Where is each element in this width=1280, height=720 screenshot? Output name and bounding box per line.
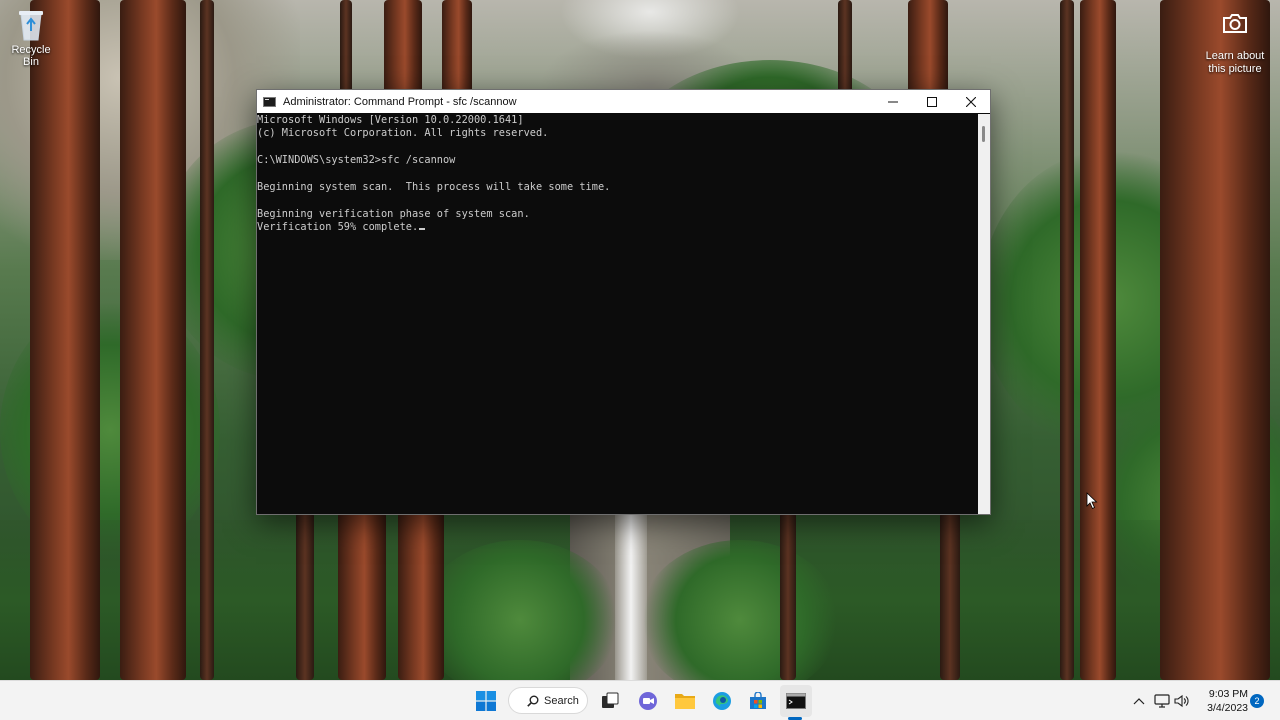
- console-output[interactable]: Microsoft Windows [Version 10.0.22000.16…: [257, 114, 977, 514]
- task-view-button[interactable]: [598, 689, 622, 713]
- notification-badge[interactable]: 2: [1250, 694, 1264, 708]
- learn-about-picture-shortcut[interactable]: Learn about this picture: [1196, 12, 1274, 76]
- task-view-icon: [602, 692, 619, 708]
- chat-button[interactable]: [636, 689, 660, 713]
- start-button[interactable]: [474, 689, 498, 713]
- taskbar-search-box[interactable]: Search: [508, 687, 588, 714]
- console-line: Beginning verification phase of system s…: [257, 207, 530, 220]
- console-line-progress: Verification 59% complete.: [257, 221, 977, 234]
- console-line: C:\WINDOWS\system32>sfc /scannow: [257, 154, 456, 167]
- network-button[interactable]: [1154, 693, 1170, 709]
- file-explorer-icon: [675, 694, 695, 709]
- search-label: Search: [544, 694, 579, 707]
- chevron-up-icon: [1133, 698, 1145, 705]
- mouse-pointer-icon: [1086, 492, 1098, 510]
- show-hidden-icons-button[interactable]: [1131, 693, 1147, 709]
- taskbar: Search 9:03 PM 3/4/2023 2: [0, 680, 1280, 720]
- search-icon: [527, 695, 539, 707]
- console-line: (c) Microsoft Corporation. All rights re…: [257, 127, 549, 140]
- command-prompt-taskbar-button[interactable]: [784, 689, 808, 713]
- file-explorer-button[interactable]: [673, 689, 697, 713]
- close-icon: [965, 96, 976, 107]
- start-icon: [476, 691, 496, 711]
- close-button[interactable]: [951, 90, 990, 113]
- learn-about-label-1: Learn about: [1205, 50, 1265, 62]
- command-prompt-icon: [263, 96, 276, 107]
- title-bar[interactable]: Administrator: Command Prompt - sfc /sca…: [257, 90, 990, 113]
- recycle-bin-icon: [16, 6, 46, 42]
- verification-progress-text: Verification 59% complete.: [257, 221, 419, 234]
- chat-icon: [639, 692, 657, 710]
- maximize-button[interactable]: [912, 90, 951, 113]
- network-icon: [1154, 694, 1170, 708]
- taskbar-clock[interactable]: 9:03 PM 3/4/2023: [1198, 687, 1248, 715]
- command-prompt-icon: [786, 693, 806, 709]
- scroll-thumb[interactable]: [982, 126, 985, 142]
- volume-button[interactable]: [1174, 693, 1190, 709]
- minimize-icon: [887, 101, 898, 102]
- command-prompt-window[interactable]: Administrator: Command Prompt - sfc /sca…: [256, 89, 991, 515]
- learn-about-label-2: this picture: [1208, 63, 1262, 75]
- console-scrollbar[interactable]: [978, 114, 990, 514]
- camera-icon: [1222, 12, 1248, 34]
- text-cursor: [419, 228, 426, 231]
- console-line: Beginning system scan. This process will…: [257, 180, 611, 193]
- recycle-bin-shortcut[interactable]: Recycle Bin: [2, 6, 60, 68]
- console-line: Microsoft Windows [Version 10.0.22000.16…: [257, 114, 524, 126]
- clock-date: 3/4/2023: [1207, 702, 1248, 714]
- store-button[interactable]: [746, 689, 770, 713]
- volume-icon: [1174, 694, 1189, 708]
- recycle-bin-label: Recycle Bin: [11, 44, 51, 68]
- clock-time: 9:03 PM: [1208, 688, 1248, 700]
- window-title: Administrator: Command Prompt - sfc /sca…: [283, 95, 517, 108]
- edge-icon: [713, 692, 731, 710]
- store-icon: [750, 692, 766, 709]
- edge-button[interactable]: [710, 689, 734, 713]
- maximize-icon: [926, 96, 937, 107]
- minimize-button[interactable]: [873, 90, 912, 113]
